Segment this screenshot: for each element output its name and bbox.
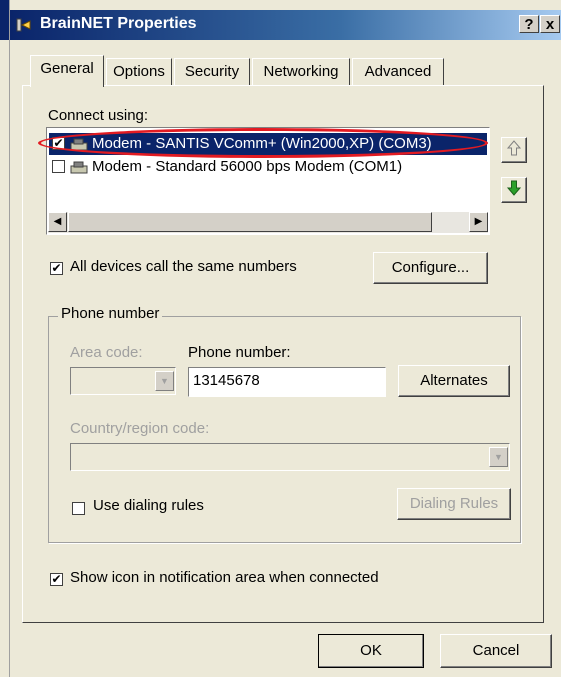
device-list-scrollbar[interactable]: ◀ ▶ bbox=[48, 212, 488, 233]
country-code-label: Country/region code: bbox=[70, 420, 210, 437]
network-connection-icon bbox=[16, 17, 34, 33]
use-dialing-rules-label: Use dialing rules bbox=[93, 497, 204, 514]
move-up-button[interactable] bbox=[501, 137, 527, 163]
tab-options[interactable]: Options bbox=[106, 58, 172, 86]
country-code-combo: ▼ bbox=[70, 443, 510, 471]
tab-advanced[interactable]: Advanced bbox=[352, 58, 444, 86]
device-row-standard[interactable]: Modem - Standard 56000 bps Modem (COM1) bbox=[49, 156, 487, 178]
scroll-thumb[interactable] bbox=[68, 212, 432, 232]
device-label-santis: Modem - SANTIS VComm+ (Win2000,XP) (COM3… bbox=[92, 135, 432, 152]
arrow-up-icon bbox=[506, 140, 522, 156]
cancel-button[interactable]: Cancel bbox=[440, 634, 552, 668]
phone-number-group-title: Phone number bbox=[58, 305, 163, 322]
scroll-right-button[interactable]: ▶ bbox=[469, 212, 488, 232]
arrow-down-icon bbox=[506, 180, 522, 196]
area-code-label: Area code: bbox=[70, 344, 143, 361]
all-devices-label: All devices call the same numbers bbox=[70, 258, 297, 275]
phone-number-label: Phone number: bbox=[188, 344, 291, 361]
configure-button[interactable]: Configure... bbox=[373, 252, 488, 284]
phone-number-value: 13145678 bbox=[193, 372, 260, 389]
device-checkbox-standard[interactable] bbox=[52, 160, 65, 173]
connect-using-label: Connect using: bbox=[48, 107, 149, 124]
ok-button[interactable]: OK bbox=[318, 634, 424, 668]
help-button[interactable]: ? bbox=[519, 15, 539, 33]
scroll-left-button[interactable]: ◀ bbox=[48, 212, 67, 232]
modem-icon bbox=[70, 159, 88, 175]
background-window-titlebar bbox=[0, 0, 9, 40]
title-bar[interactable]: BrainNET Properties ? x bbox=[10, 10, 561, 40]
device-checkbox-santis[interactable]: ✔ bbox=[52, 137, 65, 150]
show-icon-checkbox[interactable]: ✔ bbox=[50, 573, 63, 586]
move-down-button[interactable] bbox=[501, 177, 527, 203]
area-code-combo: ▼ bbox=[70, 367, 176, 395]
use-dialing-rules-checkbox[interactable] bbox=[72, 502, 85, 515]
close-button[interactable]: x bbox=[540, 15, 560, 33]
tab-general[interactable]: General bbox=[30, 55, 104, 87]
modem-icon bbox=[70, 136, 88, 152]
show-icon-label: Show icon in notification area when conn… bbox=[70, 569, 379, 586]
all-devices-checkbox[interactable]: ✔ bbox=[50, 262, 63, 275]
device-row-santis[interactable]: ✔ Modem - SANTIS VComm+ (Win2000,XP) (CO… bbox=[49, 133, 487, 155]
window-title: BrainNET Properties bbox=[40, 15, 197, 32]
chevron-down-icon: ▼ bbox=[489, 447, 508, 467]
device-label-standard: Modem - Standard 56000 bps Modem (COM1) bbox=[92, 158, 403, 175]
dialing-rules-button: Dialing Rules bbox=[397, 488, 511, 520]
background-window-edge bbox=[0, 0, 10, 677]
alternates-button[interactable]: Alternates bbox=[398, 365, 510, 397]
phone-number-input[interactable]: 13145678 bbox=[188, 367, 386, 397]
chevron-down-icon: ▼ bbox=[155, 371, 174, 391]
tab-networking[interactable]: Networking bbox=[252, 58, 350, 86]
tab-security[interactable]: Security bbox=[174, 58, 250, 86]
